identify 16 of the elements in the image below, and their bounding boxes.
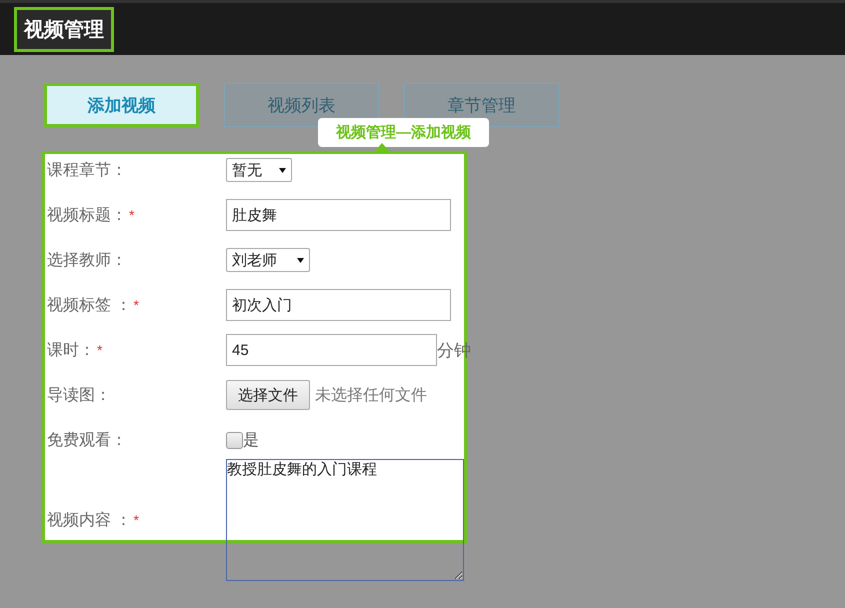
required-mark: * xyxy=(133,512,139,528)
required-mark: * xyxy=(129,207,134,223)
page-title: 视频管理 xyxy=(14,6,114,52)
field-label: 课时： xyxy=(47,340,95,360)
file-status: 未选择任何文件 xyxy=(315,386,427,406)
field-label: 免费观看： xyxy=(47,430,127,450)
required-mark: * xyxy=(97,342,102,358)
tooltip: 视频管理—添加视频 xyxy=(318,118,489,147)
field-label: 视频标签 ： xyxy=(47,296,132,316)
checkbox-label: 是 xyxy=(243,430,259,450)
field-label: 课程章节： xyxy=(47,160,127,180)
field-label: 选择教师： xyxy=(47,250,127,270)
required-mark: * xyxy=(133,297,139,313)
field-label: 视频标题： xyxy=(47,206,127,226)
field-label: 视频内容 ： xyxy=(47,510,132,530)
field-label: 导读图： xyxy=(47,386,111,406)
